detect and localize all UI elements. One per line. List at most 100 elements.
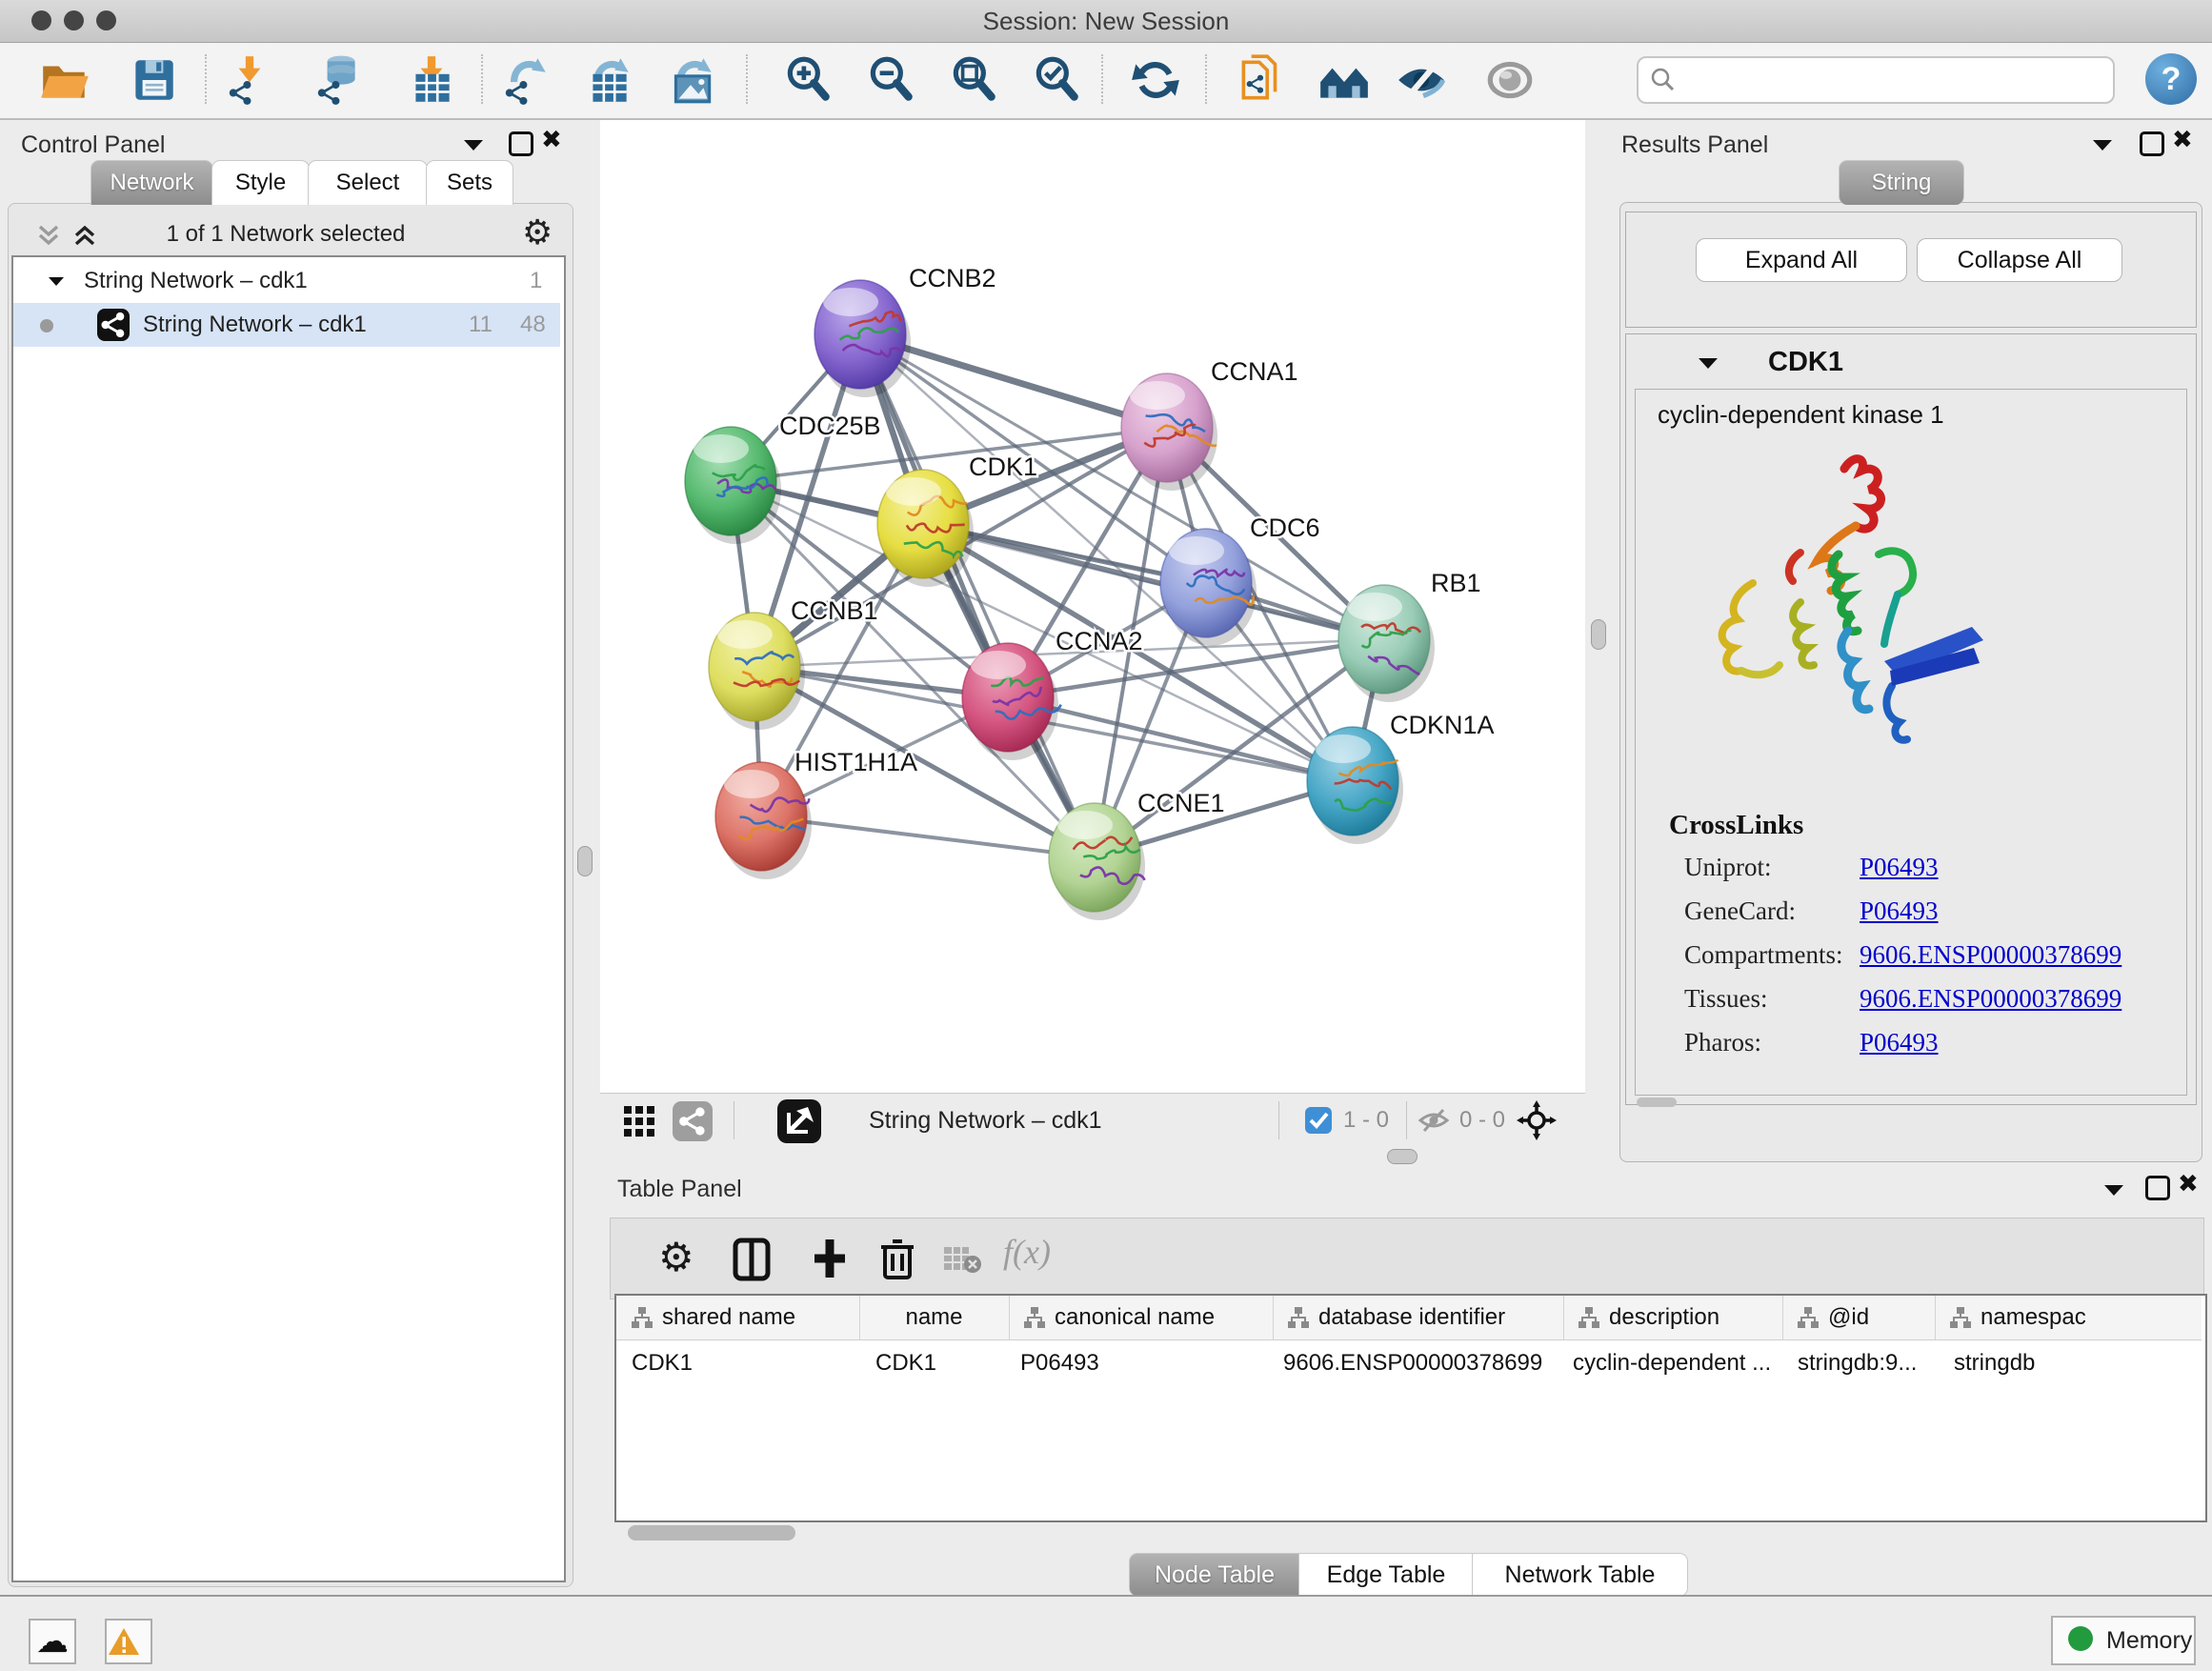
crosslink-genecard-link[interactable]: P06493 [1860,896,1939,926]
export-table-icon[interactable] [581,52,636,108]
apply-layout-icon[interactable] [1128,52,1183,108]
tab-edge-table[interactable]: Edge Table [1298,1553,1474,1597]
network-node-CDC6[interactable]: CDC6 [1160,513,1320,646]
tab-node-table[interactable]: Node Table [1129,1553,1300,1597]
bottom-splitter-handle[interactable] [1387,1149,1418,1164]
search-field[interactable] [1637,56,2115,104]
open-session-icon[interactable] [37,52,92,108]
status-bar: ☁ Memory [0,1595,2212,1671]
network-collection-row[interactable]: String Network – cdk1 1 [13,259,560,303]
network-edge-count: 48 [520,303,546,347]
network-node-HIST1H1A[interactable]: HIST1H1A [715,748,917,879]
warnings-button[interactable] [105,1619,152,1664]
column-header-description[interactable]: description [1563,1296,1783,1339]
crosslink-label: GeneCard: [1684,896,1796,926]
crosslink-pharos-link[interactable]: P06493 [1860,1028,1939,1057]
import-network-file-icon[interactable] [222,52,277,108]
control-panel-collapse-icon[interactable] [463,138,484,152]
sphere-icon[interactable] [1482,52,1538,108]
protein-collapse-caret-icon[interactable] [1698,356,1719,371]
crosslink-tissues-link[interactable]: 9606.ENSP00000378699 [1860,984,2122,1014]
network-view-toolbar: String Network – cdk1 1 - 0 0 - 0 [600,1093,1585,1147]
control-panel-close-icon[interactable]: ✖ [541,130,562,151]
help-button[interactable]: ? [2145,53,2197,105]
zoom-fit-icon[interactable] [946,52,1001,108]
crosslink-compartments-link[interactable]: 9606.ENSP00000378699 [1860,940,2122,970]
collapse-all-networks-icon[interactable] [34,221,63,250]
network-node-RB1[interactable]: RB1 [1338,569,1481,702]
network-edge[interactable] [860,334,1095,857]
zoom-in-icon[interactable] [780,52,835,108]
column-header-name[interactable]: name [859,1296,1010,1339]
table-panel-close-icon[interactable]: ✖ [2178,1174,2199,1195]
fit-selected-crosshair-icon[interactable] [1517,1100,1557,1140]
export-image-icon[interactable] [664,52,719,108]
show-columns-icon[interactable] [733,1238,771,1281]
import-table-icon[interactable] [404,52,459,108]
share-view-icon[interactable] [673,1101,713,1141]
results-scrollbar-thumb[interactable] [1637,1097,1677,1107]
delete-column-trash-icon[interactable] [879,1236,915,1281]
column-header-namespace[interactable]: namespac [1935,1296,2202,1339]
tab-string[interactable]: String [1839,160,1964,205]
network-node-count: 11 [469,303,493,347]
table-settings-gear-icon[interactable]: ⚙ [658,1234,694,1280]
column-header-shared-name[interactable]: shared name [616,1296,860,1339]
glasses-slash-icon[interactable] [1394,52,1449,108]
network-node-CCNE1[interactable]: CCNE1 [1049,789,1225,920]
cloud-status-button[interactable]: ☁ [29,1619,76,1664]
table-scrollbar-track[interactable] [614,1522,2203,1543]
crosslink-uniprot-link[interactable]: P06493 [1860,853,1939,882]
open-external-icon[interactable] [777,1099,821,1143]
memory-label: Memory [2106,1618,2192,1663]
cell-database-identifier[interactable]: 9606.ENSP00000378699 [1283,1343,1542,1383]
search-input[interactable] [1684,62,2098,96]
results-panel-float-icon[interactable] [2140,131,2164,156]
column-header-database-identifier[interactable]: database identifier [1273,1296,1564,1339]
hidden-eye-slash-icon[interactable] [1418,1106,1450,1135]
tab-style[interactable]: Style [211,160,310,205]
tab-network[interactable]: Network [90,160,213,205]
network-row-selected[interactable]: String Network – cdk1 11 48 [13,303,560,347]
table-panel-collapse-icon[interactable] [2103,1183,2124,1198]
network-canvas[interactable]: CCNB2CCNA1CDC25BCDK1CDC6RB1CCNB1CCNA2CDK… [600,120,1585,1093]
cell-name[interactable]: CDK1 [875,1343,936,1383]
table-panel-float-icon[interactable] [2145,1176,2170,1200]
zoom-out-icon[interactable] [863,52,918,108]
network-node-CDKN1A[interactable]: CDKN1A [1307,711,1495,844]
save-session-icon[interactable] [126,52,181,108]
cell-id[interactable]: stringdb:9... [1798,1343,1917,1383]
cell-canonical-name[interactable]: P06493 [1020,1343,1099,1383]
caret-down-icon [48,275,65,288]
expand-all-button[interactable]: Expand All [1696,238,1907,282]
selected-checkbox[interactable] [1305,1107,1332,1134]
create-column-plus-icon[interactable] [809,1236,851,1281]
export-network-icon[interactable] [498,52,553,108]
import-network-database-icon[interactable] [311,52,366,108]
cell-namespace[interactable]: stringdb [1954,1343,2035,1383]
network-options-gear-icon[interactable]: ⚙ [522,213,553,252]
control-panel-float-icon[interactable] [509,131,533,156]
memory-button[interactable]: Memory [2051,1616,2196,1665]
network-node-CCNB2[interactable]: CCNB2 [814,264,996,397]
results-panel-collapse-icon[interactable] [2092,138,2113,152]
left-splitter-handle[interactable] [577,846,593,876]
tab-network-table[interactable]: Network Table [1472,1553,1688,1597]
network-node-CDK1[interactable]: CDK1 [877,453,1037,587]
results-panel-close-icon[interactable]: ✖ [2172,130,2193,151]
birds-eye-grid-icon[interactable] [621,1103,657,1139]
column-tree-icon [1577,1305,1601,1330]
collapse-all-button[interactable]: Collapse All [1917,238,2122,282]
protein-structure-image [1658,440,2039,764]
table-scrollbar-thumb[interactable] [628,1525,795,1540]
tab-select[interactable]: Select [308,160,428,205]
tab-sets[interactable]: Sets [426,160,513,205]
cell-description[interactable]: cyclin-dependent ... [1573,1343,1771,1383]
column-header-canonical-name[interactable]: canonical name [1009,1296,1274,1339]
column-header-id[interactable]: @id [1782,1296,1936,1339]
document-share-icon[interactable] [1234,52,1289,108]
zoom-selected-icon[interactable] [1029,52,1084,108]
cell-shared-name[interactable]: CDK1 [632,1343,693,1383]
right-splitter-handle[interactable] [1591,619,1606,650]
houses-icon[interactable] [1317,52,1372,108]
